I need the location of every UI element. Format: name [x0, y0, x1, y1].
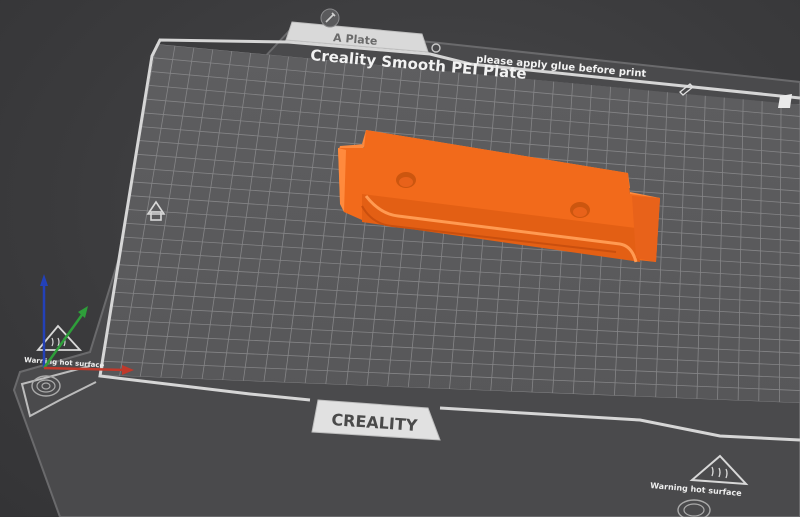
edit-icon[interactable] [320, 8, 340, 28]
scene-canvas[interactable]: A Plate Creality Smooth PEI Plate please… [0, 0, 800, 517]
3d-viewport[interactable]: A Plate Creality Smooth PEI Plate please… [0, 0, 800, 517]
corner-marker [778, 94, 792, 108]
